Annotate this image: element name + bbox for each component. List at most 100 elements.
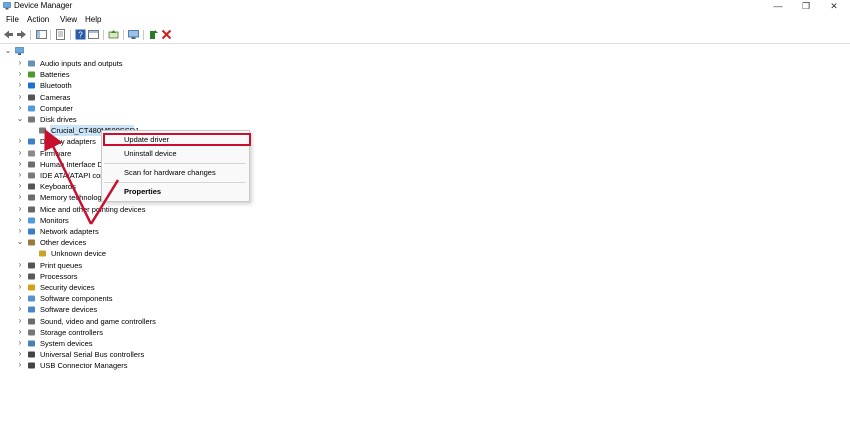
title-bar: Device Manager — ❐ ✕ (0, 0, 850, 14)
tree-item-label: IDE ATA/ATAPI con (40, 171, 105, 180)
tree-category-item[interactable]: ⌄ Other devices (0, 237, 300, 248)
chevron-right-icon[interactable]: › (16, 103, 24, 113)
tree-child-item[interactable]: Unknown device (0, 248, 300, 259)
tree-category-item[interactable]: › USB Connector Managers (0, 360, 300, 371)
tree-item-label: Firmware (40, 148, 72, 158)
keyboard-icon (28, 183, 35, 190)
chevron-right-icon[interactable]: › (16, 327, 24, 337)
minimize-button[interactable]: — (770, 0, 786, 12)
tree-category-item[interactable]: › Cameras (0, 92, 300, 103)
chevron-right-icon[interactable]: › (16, 92, 24, 102)
tree-category-item[interactable]: › Storage controllers (0, 327, 300, 338)
chevron-right-icon[interactable]: › (16, 338, 24, 348)
tree-category-item[interactable]: › Computer (0, 103, 300, 114)
tree-item-label: Print queues (40, 260, 83, 270)
chevron-right-icon[interactable]: › (16, 192, 24, 202)
display-adapter-icon (28, 138, 35, 145)
chevron-right-icon[interactable]: › (16, 349, 24, 359)
other-device-icon (28, 239, 35, 246)
tree-item-label: Processors (40, 271, 78, 281)
speaker-icon (28, 60, 35, 67)
tree-category-item[interactable]: › Bluetooth (0, 80, 300, 91)
chevron-right-icon[interactable]: › (16, 181, 24, 191)
tree-category-item[interactable]: › Universal Serial Bus controllers (0, 349, 300, 360)
ctx-separator (104, 182, 246, 183)
chevron-right-icon[interactable]: › (16, 80, 24, 90)
back-arrow-icon[interactable] (3, 29, 14, 40)
view-panel-icon[interactable] (88, 29, 99, 40)
chip-icon (28, 150, 35, 157)
properties-sheet-icon[interactable] (55, 29, 66, 40)
menu-help[interactable]: Help (85, 15, 101, 25)
maximize-button[interactable]: ❐ (798, 0, 814, 12)
tree-category-item[interactable]: › Batteries (0, 69, 300, 80)
tree-item-label: Batteries (40, 70, 70, 80)
chevron-right-icon[interactable]: › (16, 148, 24, 158)
chevron-right-icon[interactable]: › (16, 260, 24, 270)
network-icon (28, 228, 35, 235)
tree-category-item[interactable]: › Network adapters (0, 226, 300, 237)
tree-category-item[interactable]: ⌄ Disk drives (0, 114, 300, 125)
tree-root[interactable]: ⌄ (0, 46, 300, 57)
chevron-right-icon[interactable]: › (16, 360, 24, 370)
software-device-icon (28, 306, 35, 313)
scan-hardware-icon[interactable] (128, 29, 139, 40)
chevron-right-icon[interactable]: › (16, 215, 24, 225)
tree-category-item[interactable]: › Mice and other pointing devices (0, 204, 300, 215)
tree-item-label: Bluetooth (40, 81, 72, 91)
uninstall-x-icon[interactable] (161, 29, 172, 40)
chevron-right-icon[interactable]: › (16, 204, 24, 214)
help-icon[interactable]: ? (75, 29, 86, 40)
chevron-right-icon[interactable]: › (16, 58, 24, 68)
ctx-properties[interactable]: Properties (124, 187, 161, 197)
ide-icon (28, 172, 35, 179)
tree-item-label: Software components (40, 294, 113, 304)
menu-view[interactable]: View (60, 15, 77, 25)
chevron-right-icon[interactable]: › (16, 136, 24, 146)
tree-item-label: Audio inputs and outputs (40, 59, 123, 68)
chevron-right-icon[interactable]: › (16, 69, 24, 79)
tree-item-label: Storage controllers (40, 327, 103, 337)
tree-item-label: Human Interface D (40, 159, 103, 169)
chevron-right-icon[interactable]: › (16, 271, 24, 281)
ctx-separator (104, 163, 246, 164)
tree-item-label: Network adapters (40, 227, 99, 236)
tree-item-label: Software devices (40, 305, 98, 315)
forward-arrow-icon[interactable] (16, 29, 27, 40)
tree-category-item[interactable]: › Processors (0, 271, 300, 282)
chevron-right-icon[interactable]: › (16, 304, 24, 314)
chevron-down-icon[interactable]: ⌄ (4, 46, 12, 56)
chevron-down-icon[interactable]: ⌄ (16, 237, 24, 247)
add-driver-icon[interactable] (148, 29, 159, 40)
chevron-right-icon[interactable]: › (16, 282, 24, 292)
tree-item-label: Display adapters (40, 137, 96, 147)
tree-category-item[interactable]: › Software components (0, 293, 300, 304)
tree-category-item[interactable]: › Audio inputs and outputs (0, 58, 300, 69)
chevron-right-icon[interactable]: › (16, 170, 24, 180)
tree-category-item[interactable]: › Print queues (0, 260, 300, 271)
update-driver-icon[interactable] (108, 29, 119, 40)
ctx-scan-hardware[interactable]: Scan for hardware changes (124, 168, 216, 178)
chevron-down-icon[interactable]: ⌄ (16, 114, 24, 124)
tree-category-item[interactable]: › Sound, video and game controllers (0, 316, 300, 327)
tree-item-label: USB Connector Managers (40, 361, 128, 371)
tree-category-item[interactable]: › System devices (0, 338, 300, 349)
chevron-right-icon[interactable]: › (16, 316, 24, 326)
storage-icon (28, 329, 35, 336)
unknown-device-icon (39, 250, 46, 257)
chevron-right-icon[interactable]: › (16, 293, 24, 303)
show-hide-console-tree-icon[interactable] (36, 29, 47, 40)
chevron-right-icon[interactable]: › (16, 159, 24, 169)
tree-category-item[interactable]: › Monitors (0, 215, 300, 226)
tree-category-item[interactable]: › Security devices (0, 282, 300, 293)
menu-action[interactable]: Action (27, 15, 49, 25)
window-title: Device Manager (14, 1, 73, 10)
chevron-right-icon[interactable]: › (16, 226, 24, 236)
ctx-uninstall-device[interactable]: Uninstall device (124, 149, 177, 159)
tree-category-item[interactable]: › Software devices (0, 304, 300, 315)
tree-item-label: Keyboards (40, 182, 76, 192)
close-button[interactable]: ✕ (826, 0, 842, 12)
mouse-icon (28, 206, 35, 213)
tree-item-label: Unknown device (51, 249, 107, 259)
menu-file[interactable]: File (6, 15, 19, 25)
